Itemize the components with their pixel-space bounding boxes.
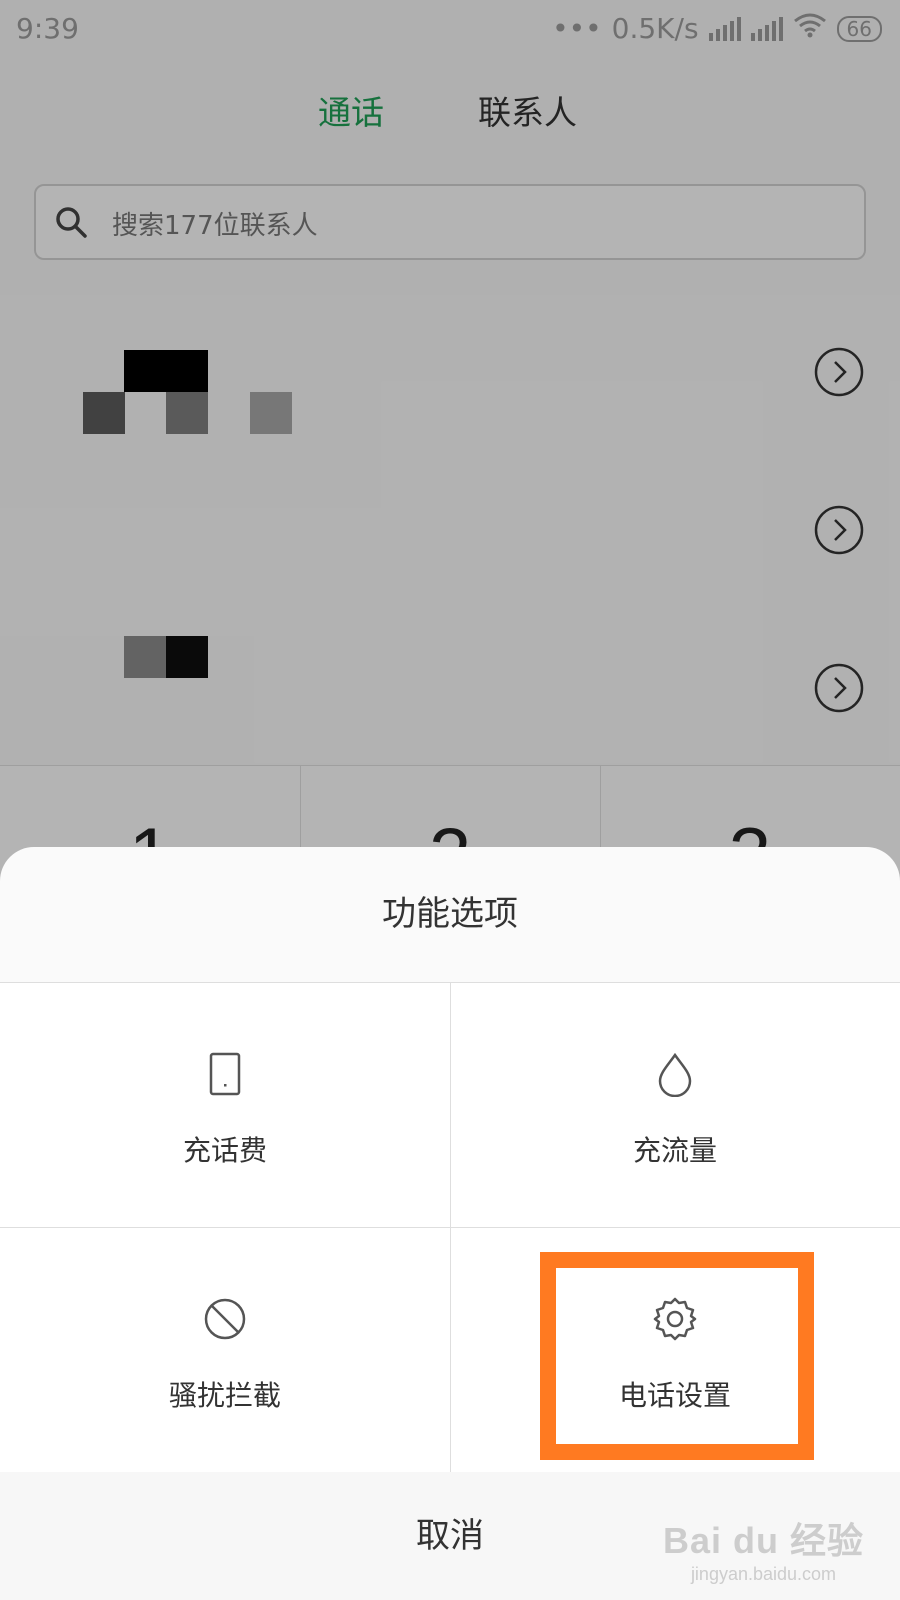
option-label: 骚扰拦截 — [168, 1379, 281, 1412]
option-recharge-data[interactable]: 充流量 — [450, 983, 900, 1227]
droplet-icon — [658, 1052, 692, 1097]
watermark-sub: jingyan.baidu.com — [690, 1564, 837, 1584]
phone-icon — [209, 1052, 241, 1096]
options-sheet: 功能选项 充话费 充流量 骚扰拦截 电话设置 取消 — [0, 847, 900, 1600]
block-icon — [204, 1298, 246, 1340]
sheet-title: 功能选项 — [382, 894, 518, 934]
option-recharge-credit[interactable]: 充话费 — [0, 983, 450, 1227]
option-label: 充话费 — [182, 1134, 267, 1167]
watermark-main: Bai du 经验 — [662, 1520, 864, 1561]
gear-icon — [653, 1297, 697, 1341]
option-label: 充流量 — [632, 1134, 717, 1167]
options-grid: 充话费 充流量 骚扰拦截 电话设置 — [0, 982, 900, 1473]
option-spam-block[interactable]: 骚扰拦截 — [0, 1228, 450, 1472]
option-label: 电话设置 — [618, 1379, 731, 1412]
watermark-logo: Bai du 经验 jingyan.baidu.com — [663, 1512, 864, 1585]
option-call-settings[interactable]: 电话设置 — [450, 1228, 900, 1472]
